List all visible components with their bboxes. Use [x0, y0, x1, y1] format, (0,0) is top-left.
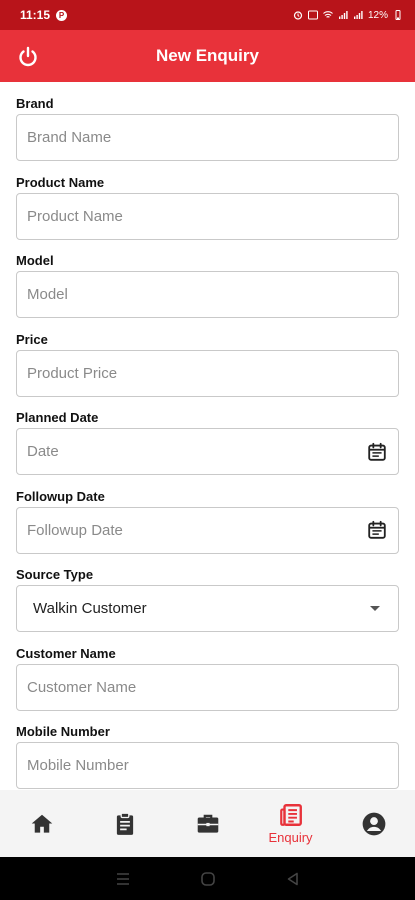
price-input-box: [16, 349, 399, 397]
calendar-icon[interactable]: [366, 519, 388, 541]
nav-enquiry-label: Enquiry: [268, 830, 313, 845]
home-system-button[interactable]: [196, 867, 220, 891]
alarm-icon: [293, 11, 303, 20]
product-name-field-group: Product Name: [16, 161, 400, 240]
clipboard-icon: [116, 812, 133, 835]
nav-tasks[interactable]: [83, 790, 166, 857]
product-name-input-box: [16, 192, 399, 240]
status-icons: 12%: [293, 10, 403, 21]
battery-icon: [395, 10, 401, 20]
signal-icon-2: [353, 11, 363, 19]
enquiry-form: Brand Product Name Model Price Planned D…: [16, 82, 400, 789]
back-button[interactable]: [281, 867, 305, 891]
briefcase-icon: [197, 814, 218, 833]
mobile-number-label: Mobile Number: [16, 724, 110, 739]
followup-date-input[interactable]: [27, 521, 366, 539]
planned-date-label: Planned Date: [16, 410, 99, 425]
menu-lines-icon: [116, 872, 129, 885]
price-field-group: Price: [16, 318, 400, 397]
logout-button[interactable]: [14, 43, 42, 71]
model-label: Model: [16, 253, 54, 268]
planned-date-field-group: Planned Date: [16, 396, 400, 475]
recents-button[interactable]: [111, 867, 135, 891]
planned-date-input-box: [16, 428, 399, 475]
customer-name-field-group: Customer Name: [16, 632, 400, 711]
source-type-select[interactable]: Walkin Customer: [16, 585, 399, 632]
account-circle-icon: [362, 812, 385, 835]
brand-label: Brand: [16, 96, 54, 111]
source-type-label: Source Type: [16, 567, 94, 582]
product-name-label: Product Name: [16, 174, 105, 190]
volte-icon: [307, 10, 318, 20]
app-bar: New Enquiry: [0, 30, 415, 82]
customer-name-label: Customer Name: [16, 645, 116, 661]
back-triangle-icon: [287, 872, 298, 885]
dropdown-arrow-icon: [370, 606, 380, 611]
signal-icon: [338, 11, 348, 19]
battery-percent: 12%: [367, 9, 388, 21]
mobile-number-input-box: [16, 742, 399, 789]
customer-name-input-box: [16, 663, 399, 711]
model-input-box: [16, 271, 399, 318]
nav-enquiry[interactable]: Enquiry: [249, 790, 332, 857]
wifi-icon: [323, 11, 333, 18]
product-name-input[interactable]: [27, 207, 388, 225]
mobile-number-input[interactable]: [27, 757, 388, 774]
calendar-icon[interactable]: [366, 441, 388, 463]
app-notification-icon: P: [56, 9, 68, 21]
page-title: New Enquiry: [156, 46, 259, 65]
source-type-field-group: Source Type Walkin Customer: [16, 553, 400, 632]
price-input[interactable]: [27, 364, 388, 382]
planned-date-input[interactable]: [27, 443, 366, 460]
newspaper-icon: [279, 804, 302, 826]
home-icon: [31, 814, 52, 833]
model-field-group: Model: [16, 239, 400, 318]
brand-input-box: [16, 114, 399, 161]
circle-home-icon: [200, 871, 215, 886]
followup-date-field-group: Followup Date: [16, 475, 400, 554]
system-navigation-bar: [0, 857, 415, 900]
customer-name-input[interactable]: [27, 678, 388, 696]
bottom-navigation: Enquiry: [0, 790, 415, 857]
mobile-number-field-group: Mobile Number: [16, 710, 400, 789]
source-type-value: Walkin Customer: [33, 600, 147, 617]
status-time: 11:15: [20, 8, 51, 22]
brand-field-group: Brand: [16, 82, 400, 161]
followup-date-label: Followup Date: [16, 488, 105, 504]
price-label: Price: [16, 331, 48, 347]
power-icon: [19, 46, 37, 67]
followup-date-input-box: [16, 506, 399, 554]
nav-jobs[interactable]: [166, 790, 249, 857]
nav-home[interactable]: [0, 790, 83, 857]
model-input[interactable]: [27, 286, 388, 303]
nav-profile[interactable]: [332, 790, 415, 857]
status-bar: 11:15 P 12%: [0, 0, 415, 30]
brand-input[interactable]: [27, 129, 388, 146]
